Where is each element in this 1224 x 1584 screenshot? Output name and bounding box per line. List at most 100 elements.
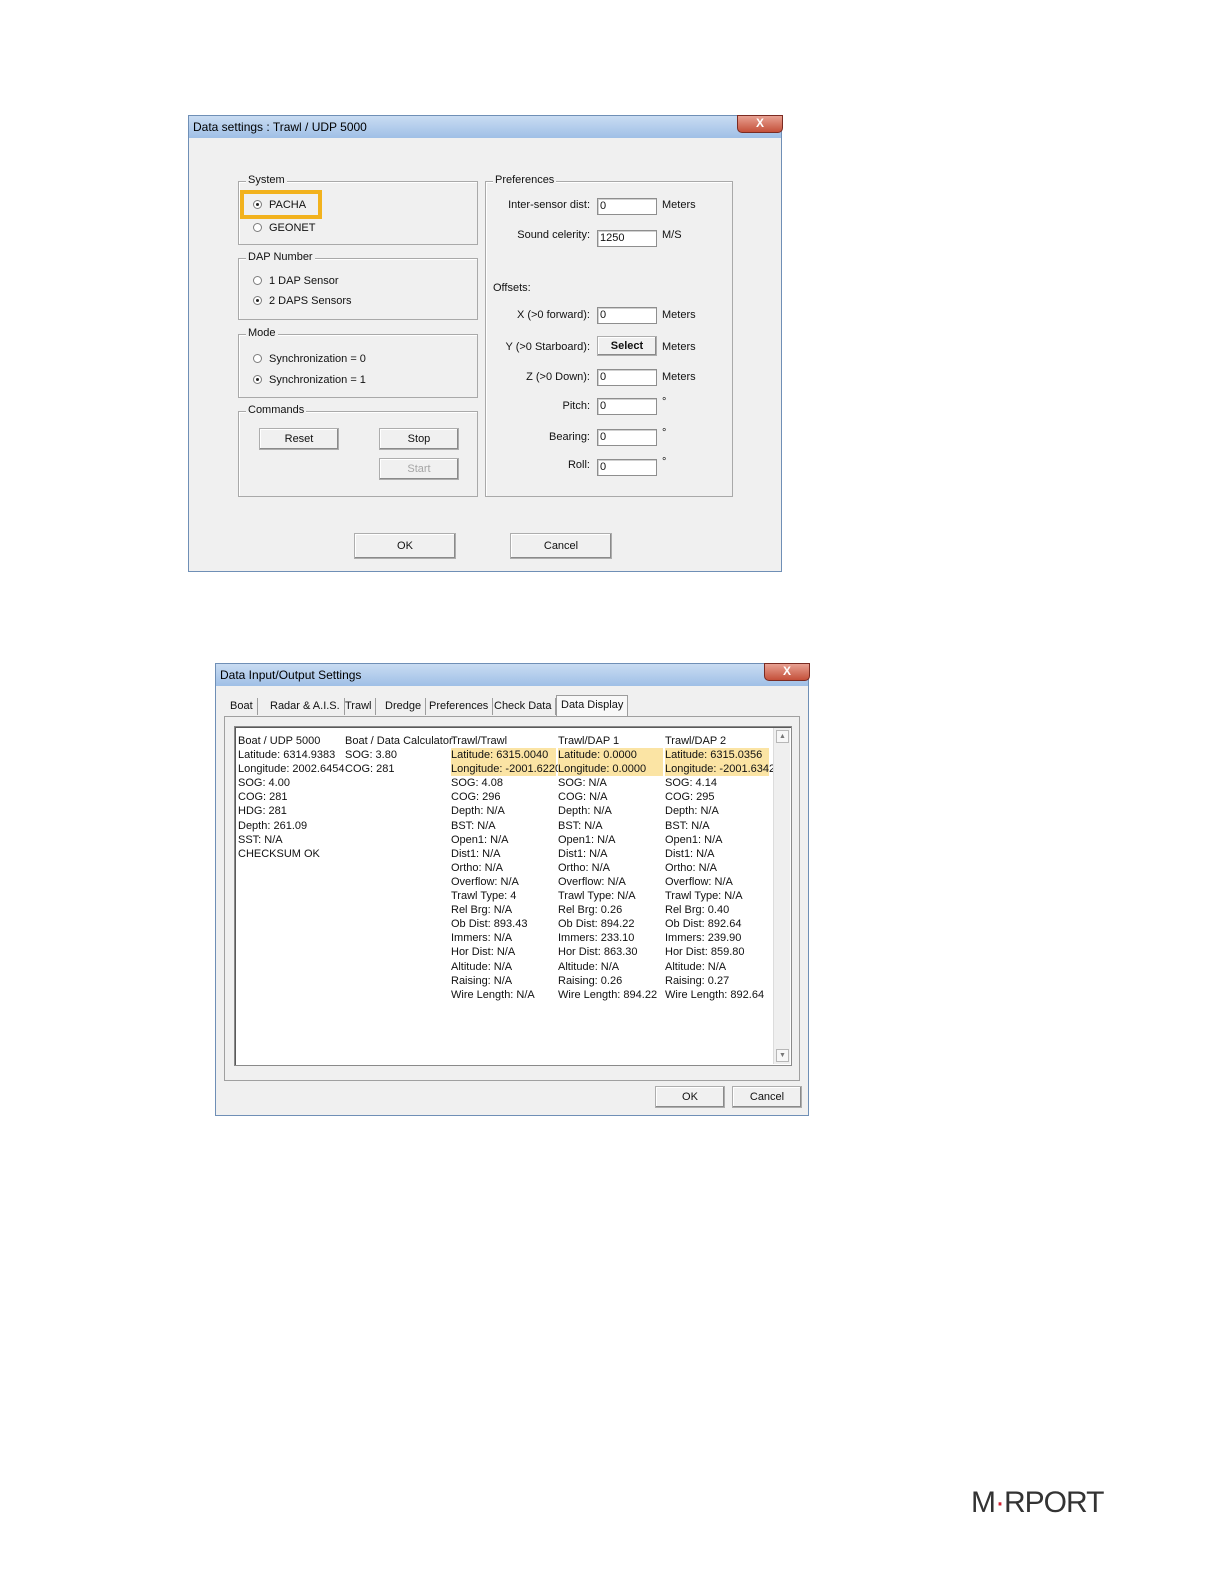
preferences-label: Preferences	[493, 174, 557, 186]
data-line: Wire Length: 892.64	[665, 988, 765, 1001]
tab-dredge[interactable]: Dredge	[381, 698, 427, 715]
pacha-highlight	[240, 190, 322, 219]
system-group-label: System	[246, 174, 287, 186]
data-line: Overflow: N/A	[558, 875, 626, 888]
cancel-button[interactable]: Cancel	[732, 1086, 802, 1108]
data-line: Hor Dist: 859.80	[665, 946, 745, 959]
marport-logo: M·RPORT	[971, 1486, 1104, 1519]
data-line: SOG: 4.08	[451, 777, 503, 790]
geonet-radio[interactable]	[253, 223, 262, 232]
data-line-highlighted: Longitude: -2001.6342	[665, 762, 776, 777]
sync-0-radio[interactable]	[253, 354, 262, 363]
data-line: Ob Dist: 894.22	[558, 918, 635, 931]
cancel-button[interactable]: Cancel	[510, 533, 612, 559]
data-settings-dialog: Data settings : Trawl / UDP 5000 X Syste…	[188, 115, 783, 572]
data-line: BST: N/A	[558, 819, 603, 832]
roll-field[interactable]: 0	[597, 459, 657, 476]
data-line: BST: N/A	[451, 819, 496, 832]
ok-button[interactable]: OK	[655, 1086, 725, 1108]
pitch-field[interactable]: 0	[597, 398, 657, 415]
close-icon[interactable]: X	[764, 663, 810, 681]
tab-data-display[interactable]: Data Display	[556, 695, 629, 717]
z-offset-label: Z (>0 Down):	[526, 371, 590, 383]
data-line: Longitude: 2002.6454	[238, 763, 345, 776]
geonet-label: GEONET	[269, 222, 316, 234]
data-line: Altitude: N/A	[558, 960, 620, 973]
z-offset-field[interactable]: 0	[597, 369, 657, 386]
dap-number-label: DAP Number	[246, 251, 315, 263]
data-line: SST: N/A	[238, 833, 283, 846]
scroll-up-icon[interactable]: ▲	[776, 730, 789, 743]
data-line-highlighted: Longitude: 0.0000	[558, 762, 663, 777]
data-line: Ortho: N/A	[451, 861, 503, 874]
data-line: Altitude: N/A	[451, 960, 513, 973]
data-line: Ob Dist: 893.43	[451, 918, 528, 931]
sync-1-radio[interactable]	[253, 375, 262, 384]
roll-unit: °	[662, 456, 667, 468]
data-line: Depth: 261.09	[238, 819, 308, 832]
data-line: Wire Length: N/A	[451, 988, 535, 1001]
inter-sensor-unit: Meters	[662, 199, 696, 211]
dialog-title: Data settings : Trawl / UDP 5000	[193, 120, 367, 134]
data-line: Overflow: N/A	[665, 875, 733, 888]
data-line: Depth: N/A	[558, 805, 612, 818]
data-line: HDG: 281	[238, 805, 287, 818]
commands-group: Commands	[238, 404, 478, 497]
close-icon[interactable]: X	[737, 115, 783, 133]
roll-label: Roll:	[567, 459, 590, 471]
tab-trawl[interactable]: Trawl	[341, 698, 377, 715]
sound-celerity-field[interactable]: 1250	[597, 230, 657, 247]
data-line: Raising: 0.27	[665, 974, 730, 987]
data-line: Altitude: N/A	[665, 960, 727, 973]
data-line: Trawl Type: N/A	[665, 890, 743, 903]
y-offset-label: Y (>0 Starboard):	[505, 341, 590, 353]
data-line: Ortho: N/A	[558, 861, 610, 874]
tab-preferences[interactable]: Preferences	[425, 698, 494, 715]
start-button[interactable]: Start	[379, 458, 459, 480]
data-line-highlighted: Latitude: 6315.0356	[665, 748, 769, 763]
x-offset-unit: Meters	[662, 309, 696, 321]
data-line: Dist1: N/A	[558, 847, 608, 860]
y-select-button[interactable]: Select	[597, 336, 657, 356]
data-line: Depth: N/A	[665, 805, 719, 818]
data-line: Depth: N/A	[451, 805, 505, 818]
data-line: Overflow: N/A	[451, 875, 519, 888]
tab-check-data[interactable]: Check Data	[490, 698, 557, 715]
one-dap-label: 1 DAP Sensor	[269, 275, 339, 287]
tab-radar-ais[interactable]: Radar & A.I.S.	[266, 698, 345, 715]
data-line: Open1: N/A	[451, 833, 509, 846]
pitch-label: Pitch:	[562, 400, 590, 412]
data-display-box: Boat / UDP 5000 Latitude: 6314.9383 Long…	[234, 726, 792, 1066]
data-line: Rel Brg: 0.40	[665, 904, 730, 917]
x-offset-label: X (>0 forward):	[516, 309, 590, 321]
data-line: Immers: N/A	[451, 932, 513, 945]
pitch-unit: °	[662, 396, 667, 408]
two-daps-radio[interactable]	[253, 296, 262, 305]
scroll-down-icon[interactable]: ▼	[776, 1049, 789, 1062]
col-trawl-trawl: Trawl/Trawl Latitude: 6315.0040 Longitud…	[451, 734, 561, 1002]
data-line-highlighted: Latitude: 6315.0040	[451, 748, 556, 763]
x-offset-field[interactable]: 0	[597, 307, 657, 324]
data-line: Raising: 0.26	[558, 974, 623, 987]
sound-celerity-unit: M/S	[662, 229, 682, 241]
mode-group: Mode	[238, 327, 478, 398]
data-line: Rel Brg: N/A	[451, 904, 513, 917]
reset-button[interactable]: Reset	[259, 428, 339, 450]
data-line: Ob Dist: 892.64	[665, 918, 742, 931]
y-offset-unit: Meters	[662, 341, 696, 353]
data-line: SOG: N/A	[558, 777, 607, 790]
bearing-field[interactable]: 0	[597, 429, 657, 446]
vertical-scrollbar[interactable]: ▲ ▼	[773, 728, 790, 1064]
title-bar[interactable]: Data settings : Trawl / UDP 5000 X	[189, 115, 783, 138]
ok-button[interactable]: OK	[354, 533, 456, 559]
stop-button[interactable]: Stop	[379, 428, 459, 450]
data-line: Ortho: N/A	[665, 861, 717, 874]
tab-boat[interactable]: Boat	[226, 698, 258, 715]
title-bar[interactable]: Data Input/Output Settings X	[216, 663, 810, 686]
one-dap-radio[interactable]	[253, 276, 262, 285]
data-line: Immers: 239.90	[665, 932, 742, 945]
col-header: Trawl/DAP 2	[665, 735, 727, 747]
bearing-unit: °	[662, 427, 667, 439]
data-line: CHECKSUM OK	[238, 847, 320, 860]
inter-sensor-field[interactable]: 0	[597, 198, 657, 215]
